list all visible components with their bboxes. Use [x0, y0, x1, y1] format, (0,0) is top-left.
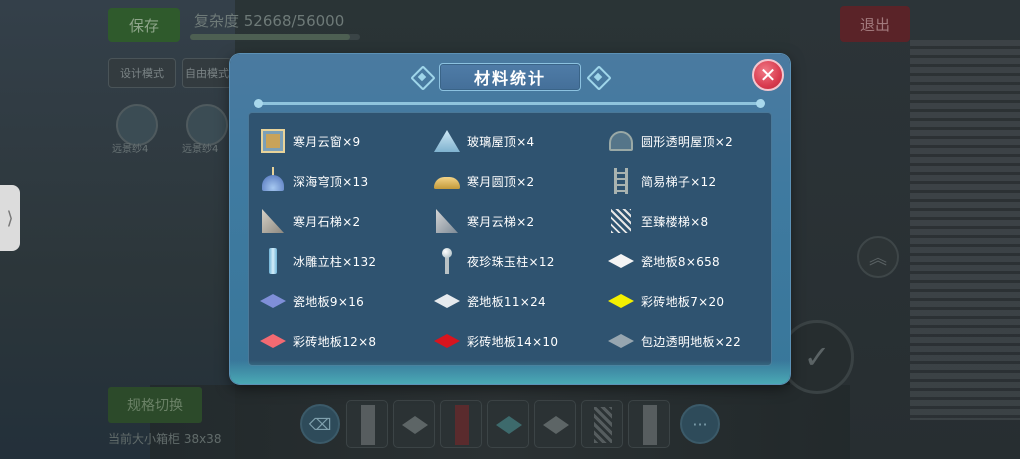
material-label: 夜珍珠玉柱×12 [467, 254, 555, 269]
toolbar-slot[interactable] [393, 400, 435, 448]
material-label: 寒月云窗×9 [293, 134, 361, 149]
material-item: 彩砖地板14×10 [433, 321, 607, 361]
dialog-header: 材料统计 [230, 62, 790, 92]
complexity-counter: 复杂度 52668/56000 [194, 12, 345, 30]
material-label: 彩砖地板14×10 [467, 334, 559, 349]
material-item: 寒月石梯×2 [259, 201, 433, 241]
white-tile-icon [607, 247, 635, 275]
pearl-pillar-icon [433, 247, 461, 275]
material-label: 包边透明地板×22 [641, 334, 742, 349]
material-item: 寒月云窗×9 [259, 121, 433, 161]
ladder-icon [607, 167, 635, 195]
exit-button[interactable]: 退出 [840, 6, 910, 42]
tile-icon [496, 416, 522, 434]
material-item: 寒月圆顶×2 [433, 161, 607, 201]
free-mode-button[interactable]: 自由模式 [182, 58, 232, 88]
toolbar-slot[interactable] [346, 400, 388, 448]
material-item: 冰雕立柱×132 [259, 241, 433, 281]
material-label: 寒月圆顶×2 [467, 174, 535, 189]
toolbar-slot[interactable] [581, 400, 623, 448]
close-icon: ✕ [759, 63, 777, 87]
spec-switch-button[interactable]: 规格切换 [108, 387, 202, 423]
material-item: 深海穹顶×13 [259, 161, 433, 201]
confirm-button[interactable]: ✓ [780, 320, 854, 394]
grid-size-label: 当前大小箱柜 38x38 [108, 432, 222, 446]
blue-tile-icon [259, 287, 287, 315]
material-label: 深海穹顶×13 [293, 174, 369, 189]
toolbar-slot[interactable] [440, 400, 482, 448]
complexity-progress-fill [190, 34, 350, 40]
tile-icon [402, 416, 428, 434]
material-statistics-dialog: 材料统计 ✕ 寒月云窗×9 玻璃屋顶×4 圆形透明屋顶×2 深海穹顶×13 寒月圆顶×2… [230, 54, 790, 384]
design-mode-button[interactable]: 设计模式 [108, 58, 176, 88]
material-item: 寒月云梯×2 [433, 201, 607, 241]
round-glass-roof-icon [607, 127, 635, 155]
material-label: 瓷地板11×24 [467, 294, 546, 309]
ornament-icon [411, 66, 433, 88]
gray-tile-icon [607, 327, 635, 355]
light-tile-icon [433, 287, 461, 315]
material-label: 简易梯子×12 [641, 174, 717, 189]
close-button[interactable]: ✕ [752, 59, 784, 91]
plank-icon [361, 405, 375, 445]
divider-dot [756, 99, 765, 108]
material-item: 彩砖地板12×8 [259, 321, 433, 361]
divider-dot [254, 99, 263, 108]
material-label: 瓷地板8×658 [641, 254, 720, 269]
stairs-icon [594, 407, 612, 443]
tile-icon [543, 416, 569, 434]
plank-icon [643, 405, 657, 445]
material-item: 包边透明地板×22 [607, 321, 769, 361]
more-tools-button[interactable]: ··· [680, 404, 720, 444]
material-item: 至臻楼梯×8 [607, 201, 769, 241]
material-item: 瓷地板9×16 [259, 281, 433, 321]
window-icon [259, 127, 287, 155]
eraser-tool-button[interactable]: ⌫ [300, 404, 340, 444]
complexity-progress-bar [190, 34, 360, 40]
material-label: 彩砖地板12×8 [293, 334, 377, 349]
gold-dome-icon [433, 167, 461, 195]
dialog-title-box: 材料统计 [438, 63, 581, 91]
material-item: 彩砖地板7×20 [607, 281, 769, 321]
material-item: 简易梯子×12 [607, 161, 769, 201]
dialog-title: 材料统计 [473, 69, 546, 88]
material-item: 瓷地板11×24 [433, 281, 607, 321]
material-item: 瓷地板8×658 [607, 241, 769, 281]
yellow-tile-icon [607, 287, 635, 315]
material-label: 瓷地板9×16 [293, 294, 365, 309]
cloud-slope-icon [433, 207, 461, 235]
material-label: 冰雕立柱×132 [293, 254, 377, 269]
ice-column-icon [259, 247, 287, 275]
material-label: 至臻楼梯×8 [641, 214, 709, 229]
header-divider [256, 102, 764, 105]
avatar-label: 远景纱4 [182, 144, 219, 155]
material-item: 夜珍珠玉柱×12 [433, 241, 607, 281]
scene-shutter [910, 40, 1020, 420]
glass-pyramid-icon [433, 127, 461, 155]
raise-level-button[interactable]: ︽ [857, 236, 899, 278]
material-label: 玻璃屋顶×4 [467, 134, 535, 149]
eraser-icon: ⌫ [308, 414, 332, 434]
deep-sea-dome-icon [259, 167, 287, 195]
materials-panel: 寒月云窗×9 玻璃屋顶×4 圆形透明屋顶×2 深海穹顶×13 寒月圆顶×2 简易梯子×12… [248, 112, 772, 366]
material-label: 寒月云梯×2 [467, 214, 535, 229]
material-item: 圆形透明屋顶×2 [607, 121, 769, 161]
avatar-label: 远景纱4 [112, 144, 149, 155]
material-label: 寒月石梯×2 [293, 214, 361, 229]
stairs-icon [607, 207, 635, 235]
material-item: 玻璃屋顶×4 [433, 121, 607, 161]
ornament-icon [587, 66, 609, 88]
plank-icon [455, 405, 469, 445]
pink-tile-icon [259, 327, 287, 355]
materials-grid: 寒月云窗×9 玻璃屋顶×4 圆形透明屋顶×2 深海穹顶×13 寒月圆顶×2 简易梯子×12… [259, 121, 769, 361]
red-tile-icon [433, 327, 461, 355]
stone-slope-icon [259, 207, 287, 235]
toolbar-slot[interactable] [534, 400, 576, 448]
material-label: 圆形透明屋顶×2 [641, 134, 734, 149]
save-button[interactable]: 保存 [108, 8, 180, 42]
material-label: 彩砖地板7×20 [641, 294, 725, 309]
side-panel-toggle[interactable]: ⟩ [0, 185, 20, 251]
toolbar-slot[interactable] [487, 400, 529, 448]
toolbar-slot[interactable] [628, 400, 670, 448]
